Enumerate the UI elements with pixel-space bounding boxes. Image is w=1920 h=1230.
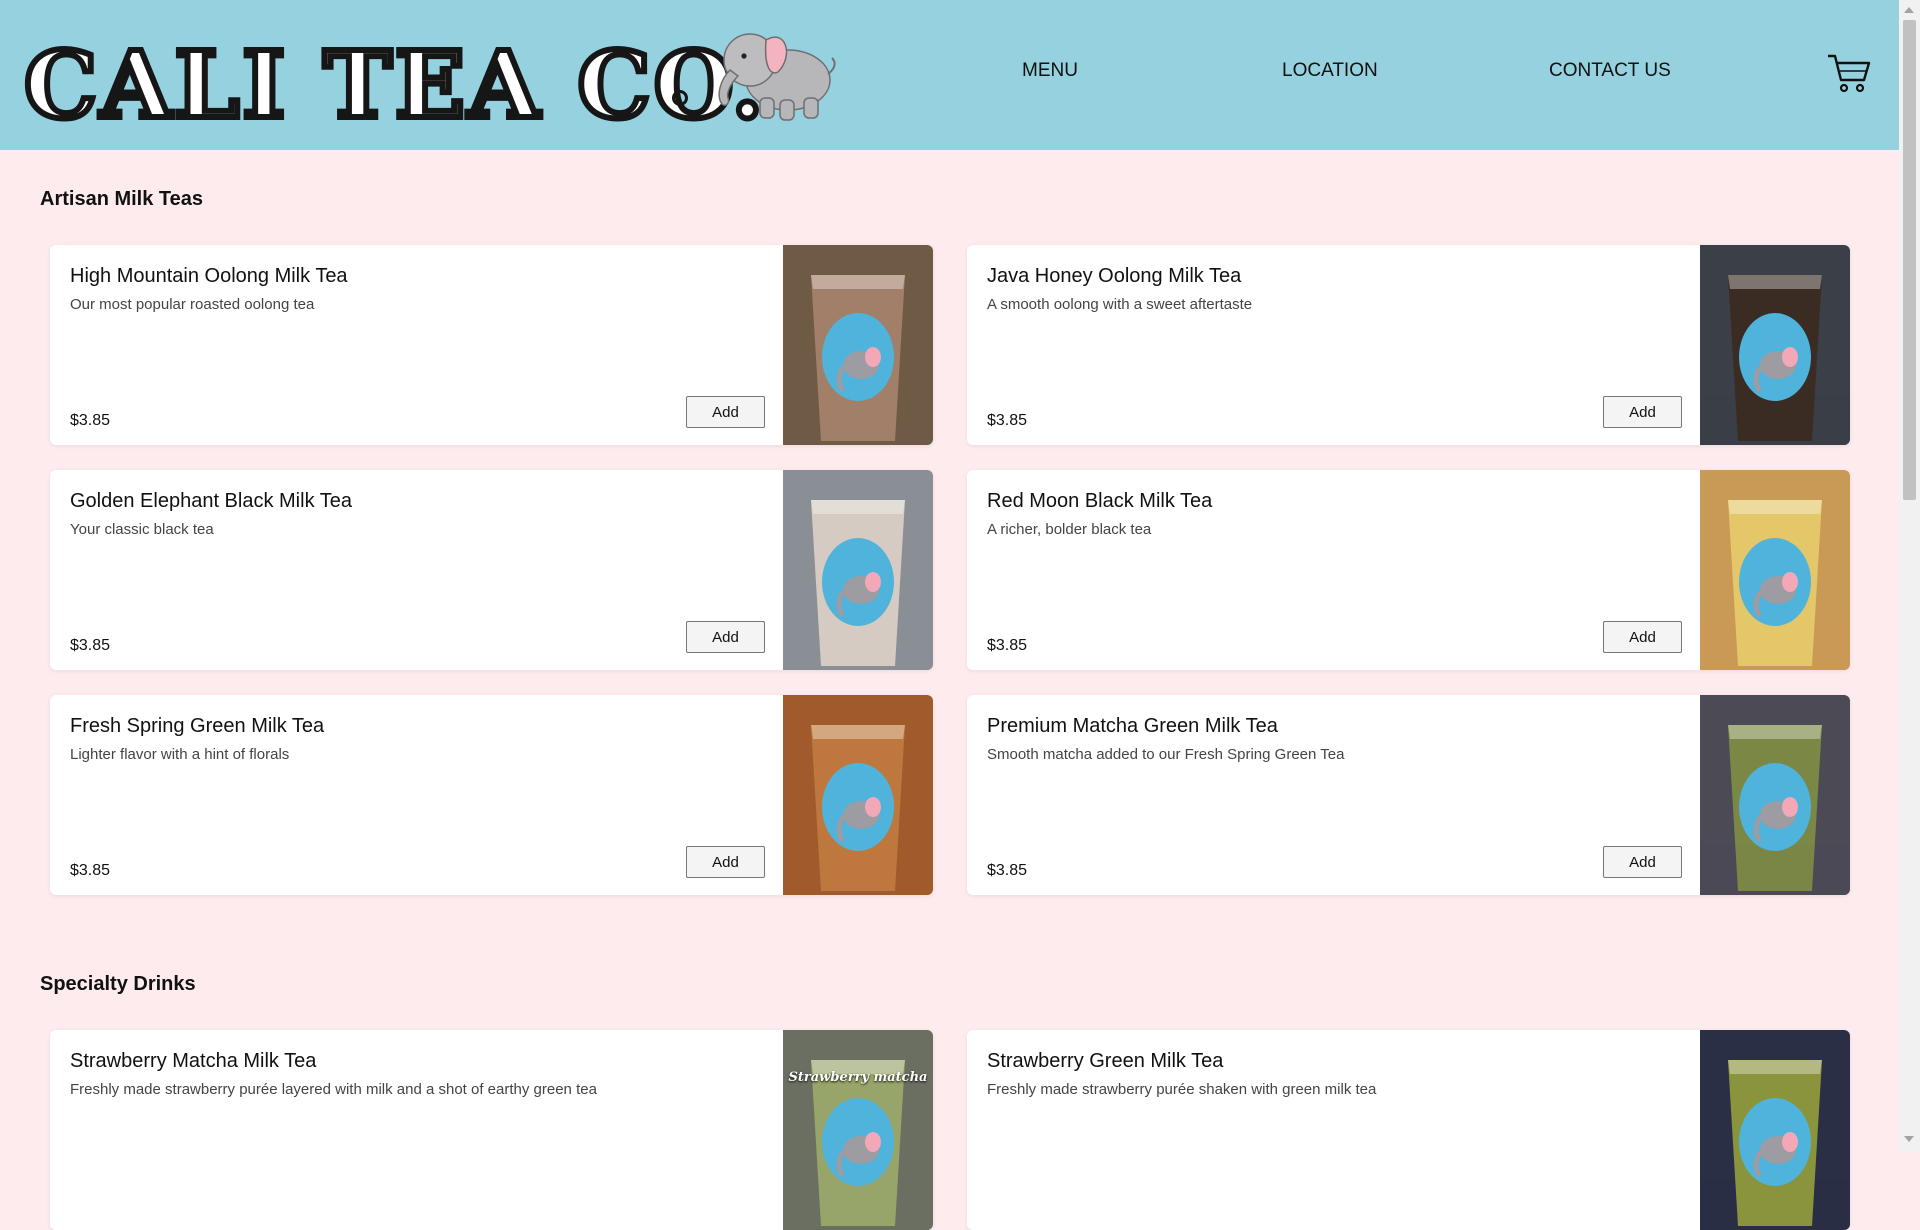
item-name: Premium Matcha Green Milk Tea: [987, 715, 1278, 737]
item-photo: [1700, 1030, 1850, 1230]
section-title-specialty: Specialty Drinks: [40, 973, 196, 995]
scroll-up-arrow-icon[interactable]: [1904, 7, 1914, 13]
menu-card[interactable]: Java Honey Oolong Milk Tea A smooth oolo…: [967, 245, 1850, 445]
registered-mark: [672, 90, 688, 106]
menu-card[interactable]: Strawberry Green Milk Tea Freshly made s…: [967, 1030, 1850, 1230]
item-description: A richer, bolder black tea: [987, 521, 1152, 538]
menu-card[interactable]: Red Moon Black Milk Tea A richer, bolder…: [967, 470, 1850, 670]
add-button[interactable]: Add: [1603, 396, 1682, 428]
add-button[interactable]: Add: [1603, 621, 1682, 653]
item-name: Red Moon Black Milk Tea: [987, 490, 1213, 512]
elephant-logo-icon: [718, 33, 836, 121]
item-name: Java Honey Oolong Milk Tea: [987, 265, 1242, 287]
nav-menu[interactable]: MENU: [1022, 60, 1078, 82]
item-description: A smooth oolong with a sweet aftertaste: [987, 296, 1253, 313]
menu-card[interactable]: Golden Elephant Black Milk Tea Your clas…: [50, 470, 933, 670]
menu-card[interactable]: Fresh Spring Green Milk Tea Lighter flav…: [50, 695, 933, 895]
item-description: Our most popular roasted oolong tea: [70, 296, 315, 313]
item-photo: [1700, 695, 1850, 895]
add-button[interactable]: Add: [686, 396, 765, 428]
photo-caption: Strawberry matcha: [788, 1070, 928, 1085]
add-button[interactable]: Add: [686, 621, 765, 653]
site-header: CALI TEA CO. MENU LOCATION CONTACT US: [0, 0, 1899, 150]
shopping-cart-icon[interactable]: [1826, 52, 1872, 94]
item-name: Fresh Spring Green Milk Tea: [70, 715, 325, 737]
item-name: High Mountain Oolong Milk Tea: [70, 265, 348, 287]
nav-contact-us[interactable]: CONTACT US: [1549, 60, 1671, 82]
item-photo: [783, 470, 933, 670]
page-scrollbar[interactable]: [1899, 0, 1920, 1151]
section-title-artisan: Artisan Milk Teas: [40, 188, 204, 210]
item-name: Strawberry Green Milk Tea: [987, 1050, 1224, 1072]
item-price: $3.85: [70, 862, 111, 879]
item-photo: [783, 1030, 933, 1230]
item-price: $3.85: [987, 637, 1028, 654]
item-photo: [1700, 245, 1850, 445]
item-photo: [783, 245, 933, 445]
menu-card[interactable]: Strawberry Matcha Milk Tea Freshly made …: [50, 1030, 933, 1230]
nav-location[interactable]: LOCATION: [1282, 60, 1378, 82]
item-name: Golden Elephant Black Milk Tea: [70, 490, 353, 512]
item-description: Freshly made strawberry purée layered wi…: [70, 1081, 597, 1098]
menu-card[interactable]: High Mountain Oolong Milk Tea Our most p…: [50, 245, 933, 445]
item-price: $3.85: [987, 862, 1028, 879]
item-price: $3.85: [987, 412, 1028, 429]
item-description: Lighter flavor with a hint of florals: [70, 746, 290, 763]
item-price: $3.85: [70, 637, 111, 654]
menu-card[interactable]: Premium Matcha Green Milk Tea Smooth mat…: [967, 695, 1850, 895]
site-logo[interactable]: CALI TEA CO.: [21, 20, 766, 150]
item-photo: [783, 695, 933, 895]
item-photo: [1700, 470, 1850, 670]
item-description: Smooth matcha added to our Fresh Spring …: [987, 746, 1345, 763]
item-price: $3.85: [70, 412, 111, 429]
scroll-down-arrow-icon[interactable]: [1904, 1136, 1914, 1142]
item-name: Strawberry Matcha Milk Tea: [70, 1050, 317, 1072]
add-button[interactable]: Add: [1603, 846, 1682, 878]
item-description: Your classic black tea: [70, 521, 214, 538]
item-description: Freshly made strawberry purée shaken wit…: [987, 1081, 1377, 1098]
add-button[interactable]: Add: [686, 846, 765, 878]
scrollbar-thumb[interactable]: [1903, 20, 1916, 500]
